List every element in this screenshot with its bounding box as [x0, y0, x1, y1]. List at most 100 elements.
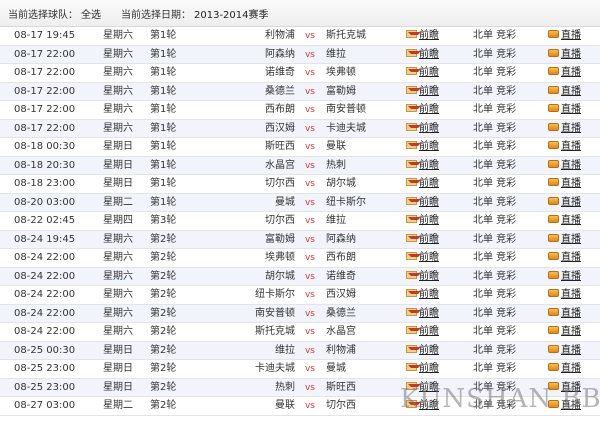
envelope-icon	[406, 159, 421, 168]
live-link[interactable]: 直播	[548, 138, 596, 156]
live-link[interactable]: 直播	[548, 27, 596, 45]
lottery-links[interactable]: 北单 竞彩	[473, 305, 523, 323]
live-label: 直播	[561, 289, 581, 300]
home-team-link[interactable]: 曼联	[195, 397, 295, 415]
live-label: 直播	[561, 104, 581, 115]
live-link[interactable]: 直播	[548, 101, 596, 119]
home-team-link[interactable]: 利物浦	[195, 27, 295, 45]
lottery-links[interactable]: 北单 竞彩	[473, 46, 523, 64]
preview-link[interactable]: 前瞻	[406, 175, 454, 193]
preview-link[interactable]: 前瞻	[406, 286, 454, 304]
lottery-links[interactable]: 北单 竞彩	[473, 231, 523, 249]
live-link[interactable]: 直播	[548, 231, 596, 249]
live-link[interactable]: 直播	[548, 268, 596, 286]
lottery-links[interactable]: 北单 竞彩	[473, 138, 523, 156]
preview-link[interactable]: 前瞻	[406, 249, 454, 267]
home-team-link[interactable]: 切尔西	[195, 175, 295, 193]
home-team-link[interactable]: 斯旺西	[195, 138, 295, 156]
match-weekday: 星期六	[103, 252, 133, 263]
lottery-links[interactable]: 北单 竞彩	[473, 360, 523, 378]
lottery-links[interactable]: 北单 竞彩	[473, 212, 523, 230]
home-team-link[interactable]: 西汉姆	[195, 120, 295, 138]
lottery-links[interactable]: 北单 竞彩	[473, 286, 523, 304]
lottery-links[interactable]: 北单 竞彩	[473, 268, 523, 286]
live-link[interactable]: 直播	[548, 286, 596, 304]
live-link[interactable]: 直播	[548, 360, 596, 378]
home-team-link[interactable]: 热刺	[195, 379, 295, 397]
home-team-link[interactable]: 埃弗顿	[195, 249, 295, 267]
lottery-links[interactable]: 北单 竞彩	[473, 157, 523, 175]
home-team-link[interactable]: 卡迪夫城	[195, 360, 295, 378]
preview-link[interactable]: 前瞻	[406, 323, 454, 341]
home-team-link[interactable]: 南安普顿	[195, 305, 295, 323]
preview-link[interactable]: 前瞻	[406, 46, 454, 64]
preview-link[interactable]: 前瞻	[406, 157, 454, 175]
lottery-links[interactable]: 北单 竞彩	[473, 397, 523, 415]
live-link[interactable]: 直播	[548, 212, 596, 230]
home-team-link[interactable]: 切尔西	[195, 212, 295, 230]
preview-label: 前瞻	[419, 67, 439, 78]
preview-link[interactable]: 前瞻	[406, 305, 454, 323]
home-team-link[interactable]: 斯托克城	[195, 323, 295, 341]
home-team-link[interactable]: 纽卡斯尔	[195, 286, 295, 304]
live-link[interactable]: 直播	[548, 323, 596, 341]
home-team-link[interactable]: 富勒姆	[195, 231, 295, 249]
team-filter-value[interactable]: 全选	[81, 6, 101, 21]
lottery-links[interactable]: 北单 竞彩	[473, 194, 523, 212]
home-team-link[interactable]: 曼城	[195, 194, 295, 212]
preview-link[interactable]: 前瞻	[406, 64, 454, 82]
lottery-links[interactable]: 北单 竞彩	[473, 101, 523, 119]
live-link[interactable]: 直播	[548, 120, 596, 138]
preview-link[interactable]: 前瞻	[406, 342, 454, 360]
envelope-icon	[406, 400, 421, 408]
lottery-links[interactable]: 北单 竞彩	[473, 27, 523, 45]
live-link[interactable]: 直播	[548, 249, 596, 267]
home-team-link[interactable]: 阿森纳	[195, 46, 295, 64]
preview-link[interactable]: 前瞻	[406, 212, 454, 230]
live-link[interactable]: 直播	[548, 305, 596, 323]
preview-link[interactable]: 前瞻	[406, 379, 454, 397]
home-team-link[interactable]: 桑德兰	[195, 83, 295, 101]
lottery-links[interactable]: 北单 竞彩	[473, 175, 523, 193]
lottery-links[interactable]: 北单 竞彩	[473, 342, 523, 360]
lottery-links[interactable]: 北单 竞彩	[473, 379, 523, 397]
live-link[interactable]: 直播	[548, 397, 596, 415]
date-filter-value[interactable]: 2013-2014赛季	[194, 6, 269, 21]
preview-link[interactable]: 前瞻	[406, 101, 454, 119]
match-row: 08-22 02:45 星期四 第3轮 切尔西 vs 维拉 前瞻 北单 竞彩 直…	[0, 212, 600, 231]
home-team-link[interactable]: 诺维奇	[195, 64, 295, 82]
preview-link[interactable]: 前瞻	[406, 83, 454, 101]
lottery-links[interactable]: 北单 竞彩	[473, 120, 523, 138]
match-schedule-table: 08-17 19:45 星期六 第1轮 利物浦 vs 斯托克城 前瞻 北单 竞彩…	[0, 27, 600, 416]
live-link[interactable]: 直播	[548, 342, 596, 360]
home-team-link[interactable]: 水晶宫	[195, 157, 295, 175]
match-date: 08-18 23:00	[14, 178, 76, 189]
live-link[interactable]: 直播	[548, 83, 596, 101]
envelope-icon	[406, 67, 421, 75]
lottery-links[interactable]: 北单 竞彩	[473, 249, 523, 267]
preview-label: 前瞻	[419, 344, 439, 356]
preview-link[interactable]: 前瞻	[406, 138, 454, 156]
preview-link[interactable]: 前瞻	[406, 268, 454, 286]
preview-link[interactable]: 前瞻	[406, 360, 454, 378]
home-team-link[interactable]: 西布朗	[195, 101, 295, 119]
lottery-links[interactable]: 北单 竞彩	[473, 64, 523, 82]
lottery-links[interactable]: 北单 竞彩	[473, 323, 523, 341]
lottery-links[interactable]: 北单 竞彩	[473, 83, 523, 101]
vs-label: vs	[304, 197, 315, 208]
home-team-link[interactable]: 维拉	[195, 342, 295, 360]
tv-icon	[548, 104, 559, 112]
live-link[interactable]: 直播	[548, 175, 596, 193]
home-team-link[interactable]: 胡尔城	[195, 268, 295, 286]
preview-link[interactable]: 前瞻	[406, 27, 454, 45]
preview-link[interactable]: 前瞻	[406, 397, 454, 415]
live-link[interactable]: 直播	[548, 157, 596, 175]
live-link[interactable]: 直播	[548, 379, 596, 397]
preview-link[interactable]: 前瞻	[406, 231, 454, 249]
live-link[interactable]: 直播	[548, 64, 596, 82]
match-weekday: 星期日	[103, 363, 133, 374]
preview-link[interactable]: 前瞻	[406, 120, 454, 138]
live-link[interactable]: 直播	[548, 194, 596, 212]
live-link[interactable]: 直播	[548, 46, 596, 64]
preview-link[interactable]: 前瞻	[406, 194, 454, 212]
